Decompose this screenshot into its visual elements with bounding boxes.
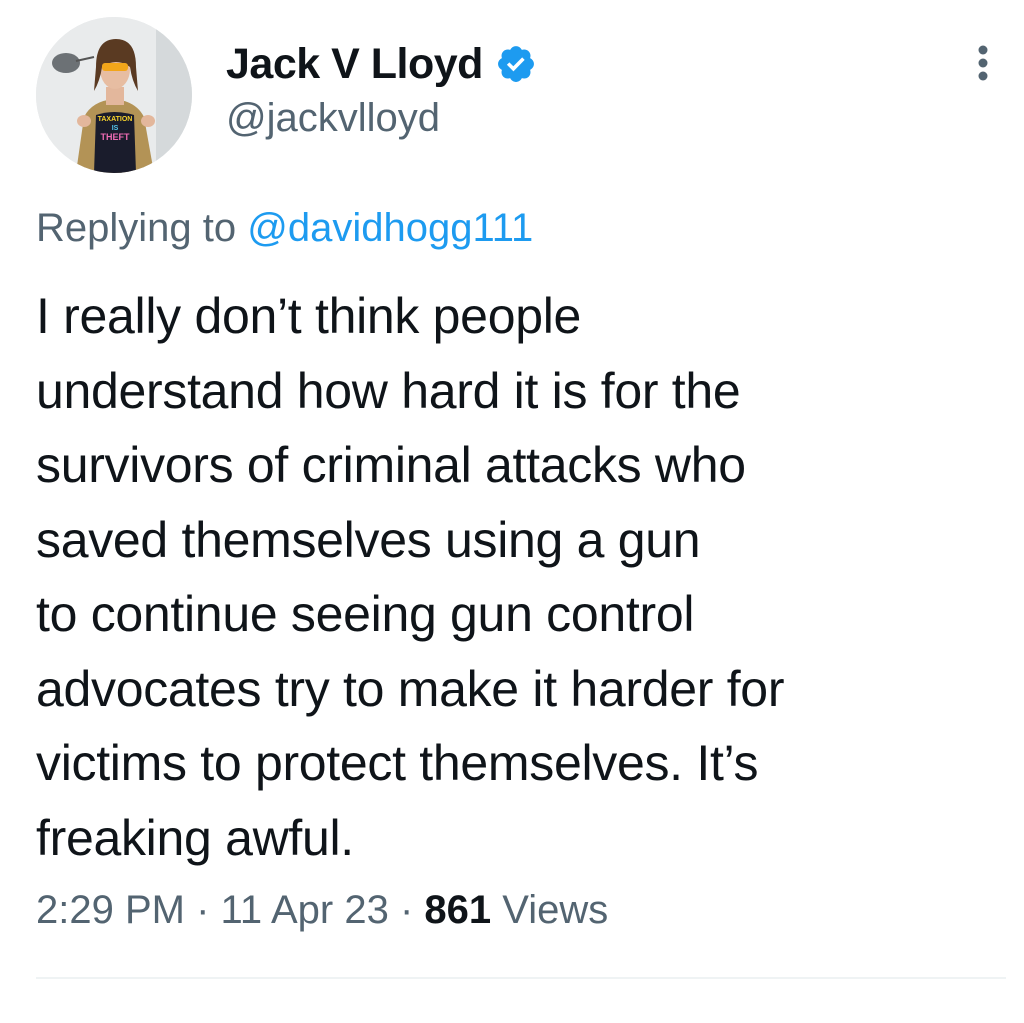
replying-to-mention-link[interactable]: @davidhogg111 xyxy=(247,206,533,250)
meta-separator-1: · xyxy=(196,888,210,932)
author-name-row: Jack V Lloyd xyxy=(226,38,537,90)
views-label[interactable]: Views xyxy=(502,888,608,932)
replying-to-line: Replying to @davidhogg111 xyxy=(36,206,533,251)
avatar[interactable]: TAXATION IS THEFT xyxy=(36,17,192,173)
replying-to-prefix: Replying to xyxy=(36,206,248,250)
meta-separator-2: · xyxy=(399,888,414,932)
tweet-text: I really don’t think people understand h… xyxy=(36,288,785,866)
shirt-text-line-3: THEFT xyxy=(100,132,130,142)
tweet-meta: 2:29 PM · 11 Apr 23 · 861 Views xyxy=(36,888,608,933)
author-display-name[interactable]: Jack V Lloyd xyxy=(226,40,483,89)
verified-badge-icon[interactable] xyxy=(495,43,537,85)
tweet-time[interactable]: 2:29 PM xyxy=(36,888,185,932)
avatar-shirt-text: TAXATION IS THEFT xyxy=(94,115,136,142)
more-options-icon[interactable] xyxy=(968,40,998,92)
divider xyxy=(36,977,1006,979)
shirt-text-line-1: TAXATION xyxy=(97,116,133,123)
tweet-date[interactable]: 11 Apr 23 xyxy=(221,888,389,932)
views-count[interactable]: 861 xyxy=(424,888,491,932)
author-handle[interactable]: @jackvlloyd xyxy=(226,96,440,141)
avatar-image xyxy=(36,17,192,173)
